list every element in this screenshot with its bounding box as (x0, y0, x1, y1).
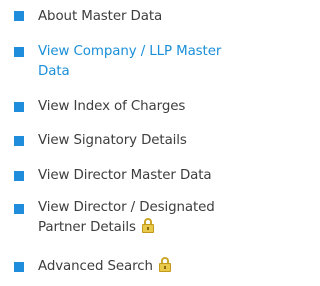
menu-item-view-director-master-data[interactable]: View Director Master Data (0, 164, 258, 188)
square-bullet-icon (14, 102, 24, 112)
square-bullet-icon (14, 262, 24, 272)
square-bullet-icon (14, 171, 24, 181)
lock-icon (158, 257, 171, 272)
menu-item-advanced-search[interactable]: Advanced Search (0, 255, 258, 279)
menu-item-label[interactable]: Advanced Search (38, 259, 153, 274)
square-bullet-icon (14, 47, 24, 57)
menu-item-label[interactable]: View Company / LLP Master Data (38, 42, 256, 82)
menu-item-view-director-designated-partner-details[interactable]: View Director / Designated Partner Detai… (0, 196, 258, 242)
menu-item-view-signatory-details[interactable]: View Signatory Details (0, 129, 258, 153)
square-bullet-icon (14, 204, 24, 214)
square-bullet-icon (14, 136, 24, 146)
menu-item-view-index-of-charges[interactable]: View Index of Charges (0, 95, 258, 119)
menu-item-label[interactable]: View Director Master Data (38, 166, 256, 186)
master-data-menu: About Master Data View Company / LLP Mas… (0, 0, 258, 286)
menu-item-label[interactable]: About Master Data (38, 7, 256, 27)
menu-item-label[interactable]: View Index of Charges (38, 97, 256, 117)
square-bullet-icon (14, 11, 24, 21)
menu-item-about-master-data[interactable]: About Master Data (0, 5, 258, 29)
menu-item-label[interactable]: View Director / Designated Partner Detai… (38, 200, 215, 235)
menu-item-view-company-llp-master-data[interactable]: View Company / LLP Master Data (0, 40, 258, 84)
menu-item-text[interactable]: View Director / Designated Partner Detai… (38, 198, 256, 238)
lock-icon (141, 218, 154, 233)
menu-item-text[interactable]: Advanced Search (38, 257, 256, 277)
menu-item-label[interactable]: View Signatory Details (38, 131, 256, 151)
